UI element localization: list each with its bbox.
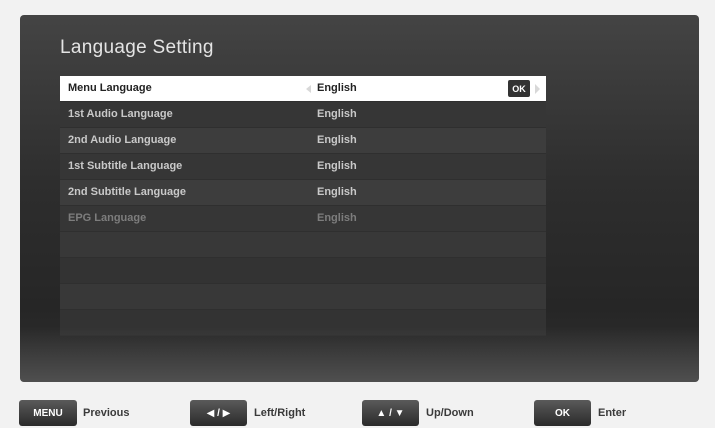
help-label: Left/Right [254,407,306,419]
ok-key-icon: OK [534,400,591,426]
menu-row-1st-subtitle-language[interactable]: 1st Subtitle Language English [60,154,546,180]
menu-row-epg-language[interactable]: EPG Language English [60,206,546,232]
menu-row-value: English [317,186,357,198]
menu-row-label: EPG Language [68,212,147,224]
up-down-key-icon: ▲ / ▼ [362,400,419,426]
menu-row-empty [60,310,546,336]
menu-row-label: 2nd Audio Language [68,134,177,146]
left-right-key-icon: ◀ / ▶ [190,400,247,426]
menu-row-empty [60,232,546,258]
tv-screen: Language Setting Menu Language English O… [20,15,699,382]
page-title: Language Setting [60,37,214,58]
menu-row-empty [60,284,546,310]
menu-row-2nd-audio-language[interactable]: 2nd Audio Language English [60,128,546,154]
menu-row-value: English [317,212,357,224]
menu-row-label: 1st Subtitle Language [68,160,183,172]
menu-row-label: 2nd Subtitle Language [68,186,186,198]
menu-row-value: English [317,82,357,94]
menu-row-2nd-subtitle-language[interactable]: 2nd Subtitle Language English [60,180,546,206]
menu-key-icon: MENU [19,400,77,426]
menu-row-empty [60,258,546,284]
arrow-left-icon[interactable] [306,85,311,93]
menu-row-1st-audio-language[interactable]: 1st Audio Language English [60,102,546,128]
help-label: Up/Down [426,407,474,419]
menu-row-value: English [317,108,357,120]
menu-row-value: English [317,134,357,146]
menu-row-value: English [317,160,357,172]
arrow-right-icon[interactable] [535,84,540,94]
help-label: Previous [83,407,130,419]
menu-row-label: 1st Audio Language [68,108,173,120]
menu-row-menu-language[interactable]: Menu Language English OK [60,76,546,102]
help-bar: MENU Previous ◀ / ▶ Left/Right ▲ / ▼ Up/… [0,395,715,428]
menu-row-label: Menu Language [68,82,152,94]
ok-badge[interactable]: OK [508,80,530,97]
language-menu-list: Menu Language English OK 1st Audio Langu… [60,76,546,336]
help-label: Enter [598,407,627,419]
